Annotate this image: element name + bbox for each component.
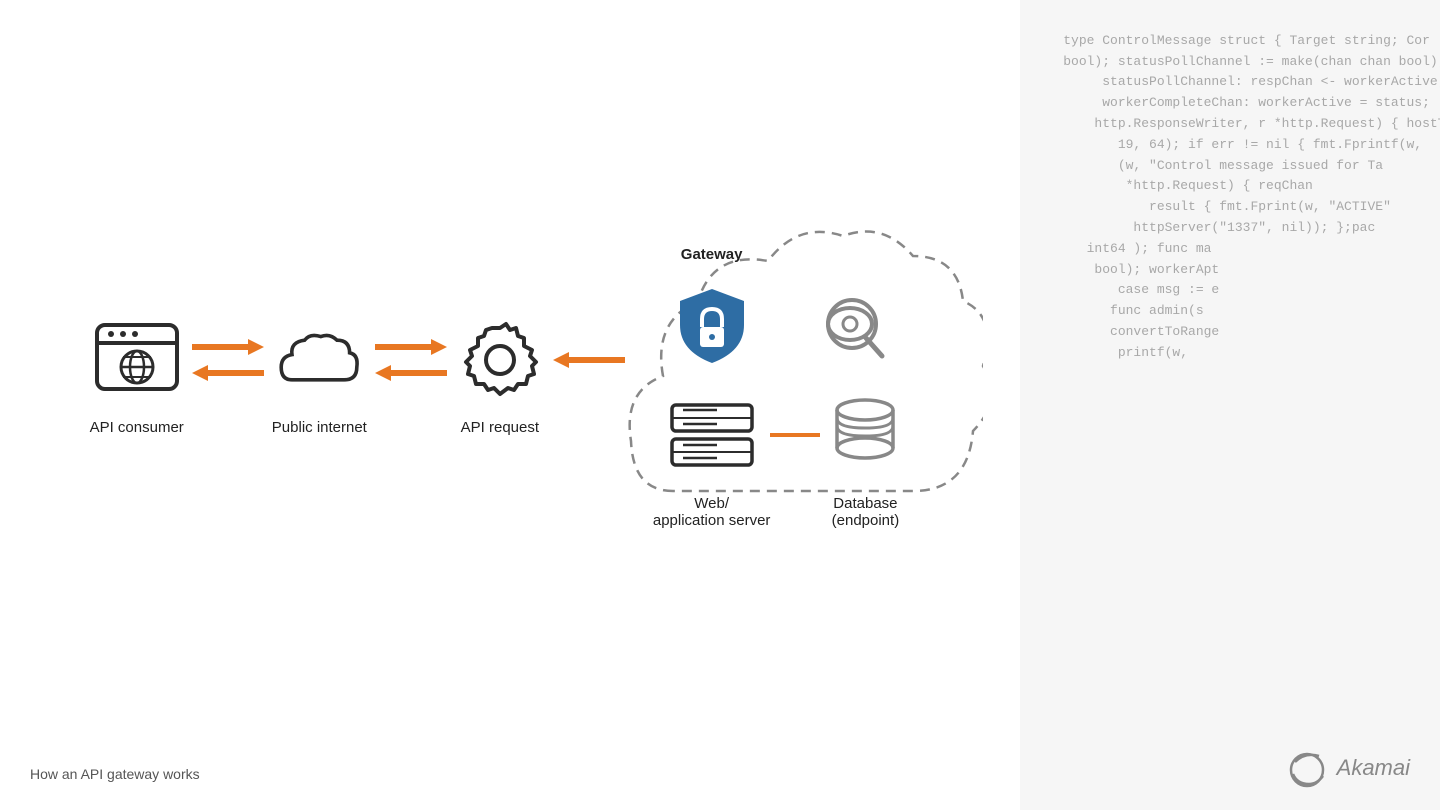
api-consumer-label: API consumer <box>90 419 184 436</box>
public-internet-node: Public internet <box>272 315 367 436</box>
akamai-text: Akamai <box>1337 755 1410 781</box>
gateway-icon <box>667 281 757 371</box>
cloud-bottom-row: Web/ application server <box>653 391 911 529</box>
arrow-3 <box>545 350 633 370</box>
gateway-label: Gateway <box>681 246 743 263</box>
server-db-connector <box>770 433 820 437</box>
monitor-icon <box>807 281 897 371</box>
web-server-label: Web/ application server <box>653 495 771 529</box>
diagram-flow: API consumer Public internet <box>90 221 931 529</box>
api-consumer-node: API consumer <box>90 315 184 436</box>
api-request-node: API request <box>455 315 545 436</box>
database-node: Database (endpoint) <box>820 391 910 529</box>
public-internet-icon <box>274 315 364 405</box>
akamai-logo: Akamai <box>1287 748 1410 788</box>
arrow-2 <box>367 337 455 383</box>
public-internet-label: Public internet <box>272 419 367 436</box>
main-diagram: API consumer Public internet <box>0 0 1020 810</box>
api-request-label: API request <box>461 419 539 436</box>
database-icon <box>820 391 910 481</box>
cloud-top-row: Gateway <box>667 236 897 371</box>
api-request-icon <box>455 315 545 405</box>
gateway-node: Gateway <box>667 246 757 371</box>
monitor-icon-node <box>807 281 897 371</box>
web-server-node: Web/ application server <box>653 391 771 529</box>
database-label: Database (endpoint) <box>832 495 900 529</box>
akamai-icon <box>1287 748 1331 788</box>
web-server-icon <box>667 391 757 481</box>
cloud-inner: Gateway <box>633 221 931 529</box>
cloud-region: Gateway <box>633 221 931 529</box>
api-consumer-icon <box>92 315 182 405</box>
arrow-1 <box>184 337 272 383</box>
caption: How an API gateway works <box>30 766 200 782</box>
code-background: type ControlMessage struct { Target stri… <box>1020 0 1440 810</box>
